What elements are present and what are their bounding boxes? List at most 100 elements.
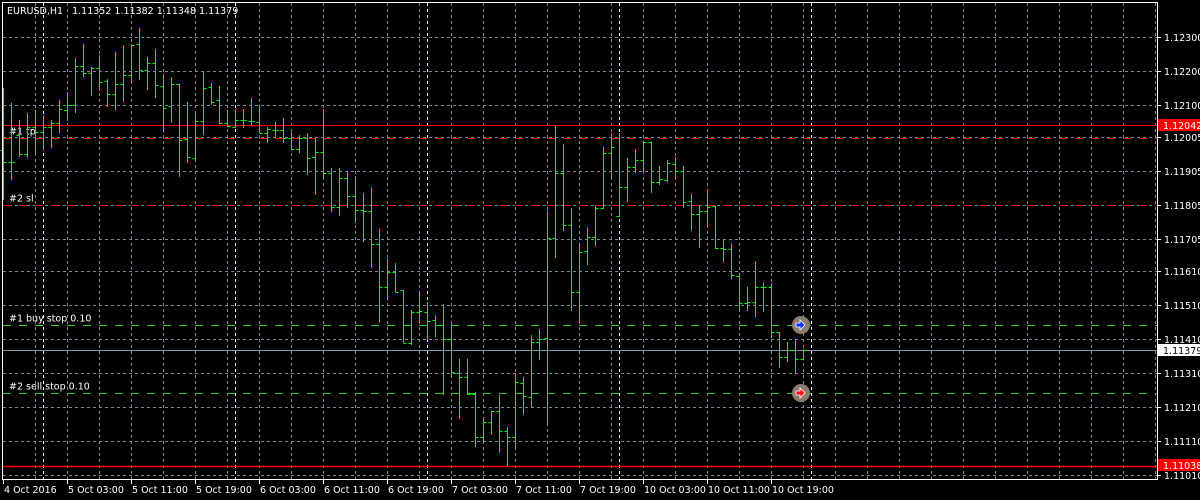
- price-marker-label: 1.12042: [1163, 121, 1200, 132]
- time-label: 6 Oct 19:00: [388, 485, 444, 496]
- ohlc-bar: [184, 101, 191, 163]
- ohlc-bar: [272, 121, 279, 138]
- ohlc-bar: [0, 87, 7, 200]
- ohlc-bar: [600, 147, 607, 210]
- price-marker-label: 1.11379: [1163, 346, 1200, 357]
- price-label: 1.11610: [1164, 267, 1200, 278]
- time-label: 7 Oct 19:00: [580, 485, 636, 496]
- ohlc-bar: [688, 193, 695, 231]
- ohlc-bar: [336, 168, 343, 216]
- ohlc-bar: [160, 74, 167, 133]
- ohlc-bar: [264, 126, 271, 143]
- ohlc-bar: [632, 149, 639, 174]
- ohlc-bar: [48, 119, 55, 149]
- ohlc-bar: [400, 289, 407, 344]
- price-label: 1.11210: [1164, 403, 1200, 414]
- ohlc-bar: [312, 137, 319, 195]
- buy-arrow-icon[interactable]: [792, 316, 810, 334]
- ohlc-bar: [432, 315, 439, 338]
- ohlc-bar: [224, 109, 231, 127]
- price-label: 1.11110: [1164, 437, 1200, 448]
- price-label: 1.12200: [1164, 67, 1200, 78]
- ohlc-bar: [192, 113, 199, 160]
- ohlc-bar: [496, 394, 503, 453]
- ohlc-bar: [232, 108, 239, 128]
- ohlc-bar: [288, 132, 295, 151]
- time-label: 10 Oct 19:00: [772, 485, 834, 496]
- ohlc-bar: [208, 82, 215, 105]
- ohlc-bar: [672, 156, 679, 179]
- price-label: 1.12300: [1164, 33, 1200, 44]
- ohlc-bar: [456, 358, 463, 419]
- ohlc-bar: [8, 102, 15, 180]
- time-label: 5 Oct 11:00: [132, 485, 188, 496]
- ohlc-bar: [744, 286, 751, 312]
- ohlc-bar: [96, 54, 103, 91]
- price-label: 1.11510: [1164, 301, 1200, 312]
- ohlc-bar: [488, 410, 495, 435]
- ohlc-bar: [720, 240, 727, 263]
- price-chart[interactable]: #1 tp #2 sl #1 buy stop 0.10 #2 sell stop 0…: [0, 0, 1200, 500]
- price-label: 1.12005: [1164, 133, 1200, 144]
- ohlc-bar: [560, 143, 567, 231]
- ohlc-bar: [752, 261, 759, 318]
- ohlc-bar: [280, 118, 287, 143]
- price-marker-label: 1.11038: [1163, 461, 1200, 472]
- ohlc-bar: [392, 263, 399, 293]
- ohlc-bar: [128, 44, 135, 83]
- price-label: 1.11805: [1164, 201, 1200, 212]
- ohlc-bar: [40, 115, 47, 151]
- ohlc-bar: [656, 166, 663, 186]
- ohlc-bar: [472, 392, 479, 448]
- ohlc-bar: [504, 427, 511, 466]
- trading-chart-window[interactable]: #1 tp #2 sl #1 buy stop 0.10 #2 sell stop 0…: [0, 0, 1200, 500]
- time-label: 5 Oct 03:00: [68, 485, 124, 496]
- ohlc-bar: [440, 303, 447, 395]
- price-label: 1.11905: [1164, 167, 1200, 178]
- ohlc-bar: [352, 175, 359, 224]
- sell-arrow-icon[interactable]: [792, 384, 810, 402]
- time-label: 6 Oct 11:00: [324, 485, 380, 496]
- ohlc-bar: [544, 210, 551, 425]
- ohlc-bar: [760, 282, 767, 313]
- ohlc-bar: [568, 208, 575, 312]
- order-line-label: #1 buy stop 0.10: [9, 314, 91, 325]
- ohlc-bar: [552, 125, 559, 259]
- ohlc-bar: [144, 57, 151, 90]
- time-axis: 4 Oct 2016 5 Oct 03:00 5 Oct 11:00 5 Oct 19…: [3, 479, 834, 496]
- ohlc-bar: [704, 189, 711, 228]
- ohlc-bar: [520, 376, 527, 415]
- ohlc-bar: [648, 141, 655, 193]
- day-separators: [43, 3, 812, 479]
- time-label: 10 Oct 11:00: [708, 485, 770, 496]
- ohlc-bar: [528, 335, 535, 409]
- ohlc-bar: [536, 328, 543, 360]
- ohlc-bar: [64, 92, 71, 121]
- grid: [3, 3, 1157, 479]
- ohlc-bar: [384, 259, 391, 301]
- time-label: 5 Oct 19:00: [196, 485, 252, 496]
- ohlc-bar: [80, 44, 87, 78]
- order-line-label: #1 tp: [9, 127, 36, 138]
- ohlc-bar: [136, 28, 143, 81]
- ohlc-bars: [0, 28, 807, 466]
- ohlc-bar: [712, 206, 719, 249]
- ohlc-bar: [216, 85, 223, 124]
- ohlc-bar: [576, 243, 583, 323]
- ohlc-bar: [680, 166, 687, 209]
- ohlc-bar: [592, 206, 599, 247]
- ohlc-bar: [368, 187, 375, 268]
- ohlc-bar: [152, 48, 159, 99]
- ohlc-bar: [424, 301, 431, 340]
- ohlc-bar: [464, 358, 471, 395]
- time-label: 6 Oct 03:00: [260, 485, 316, 496]
- time-label: 7 Oct 11:00: [516, 485, 572, 496]
- ohlc-bar: [320, 108, 327, 178]
- ohlc-bar: [480, 419, 487, 443]
- ohlc-bar: [768, 283, 775, 339]
- ohlc-bar: [120, 45, 127, 102]
- ohlc-bar: [448, 322, 455, 377]
- ohlc-bar: [664, 159, 671, 182]
- order-line-label: #2 sl: [9, 194, 34, 205]
- price-axis: 1.12300 1.12200 1.12100 1.12005 1.11905 1.118…: [1157, 33, 1200, 482]
